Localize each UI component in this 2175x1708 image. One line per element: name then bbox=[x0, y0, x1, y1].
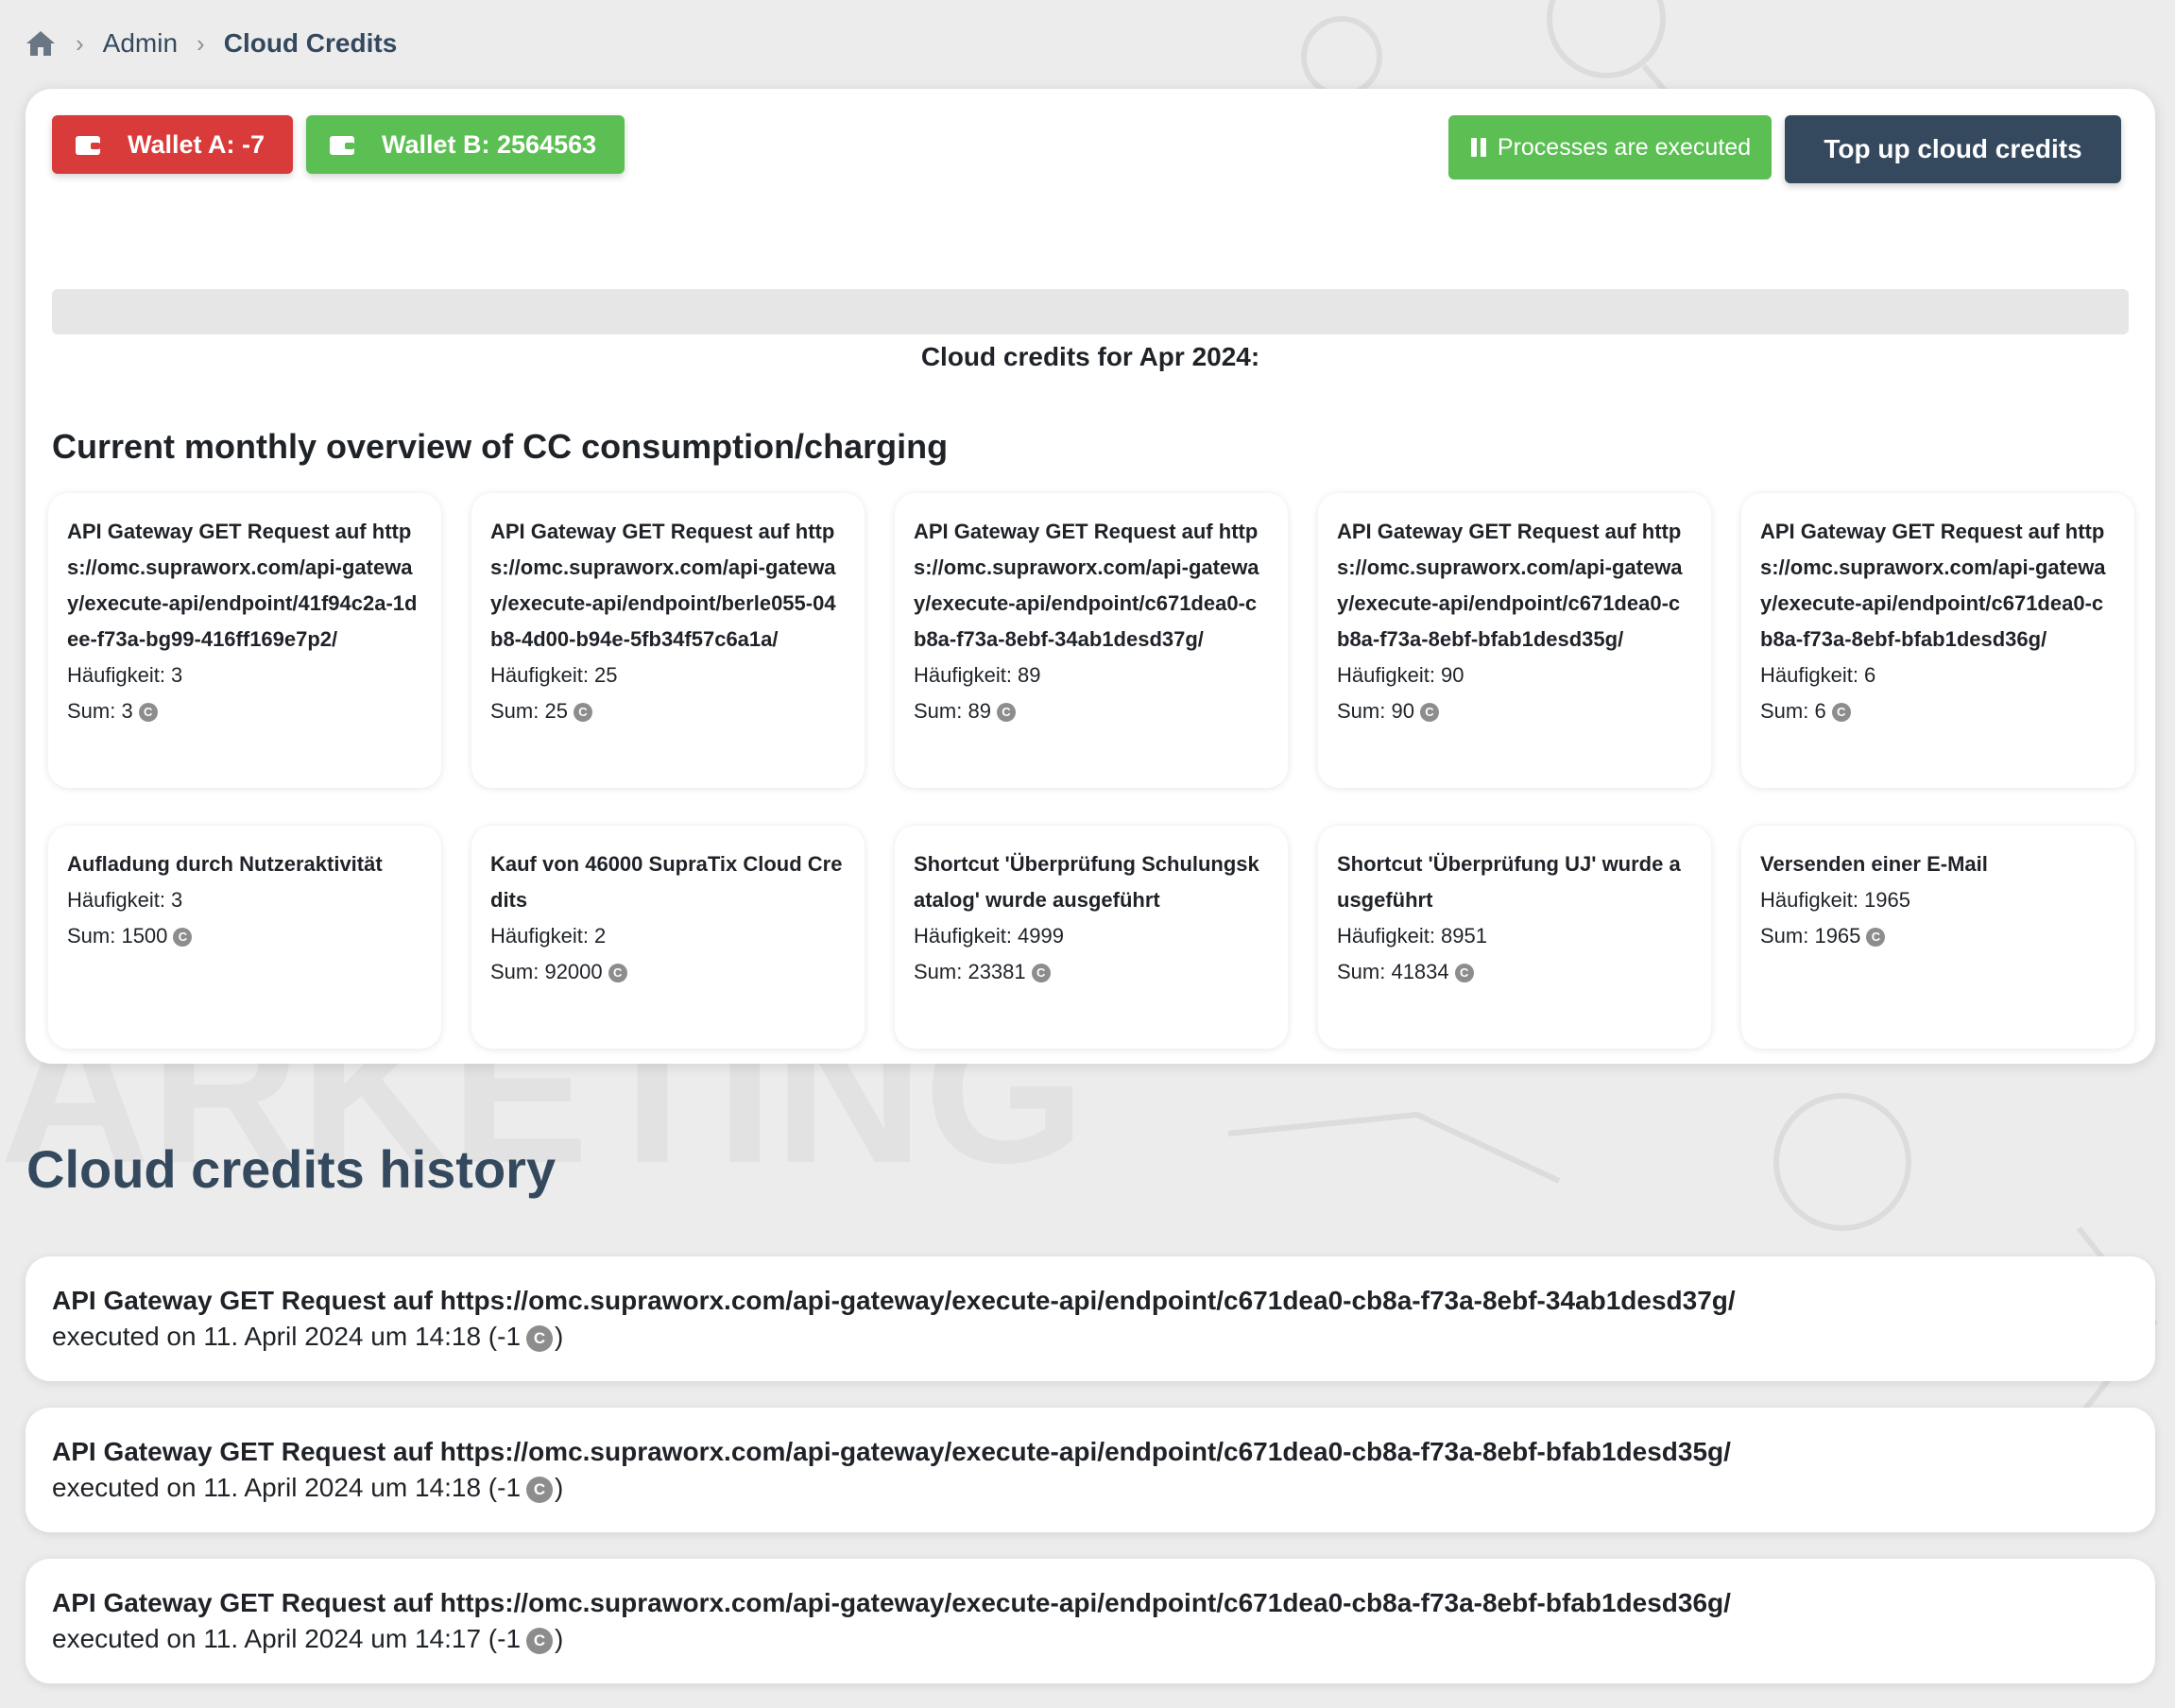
consumption-card-frequency: Häufigkeit: 25 bbox=[490, 663, 618, 687]
chevron-right-icon: › bbox=[197, 28, 205, 58]
consumption-card-sum: Sum: 41834 C bbox=[1337, 954, 1692, 990]
history-item: API Gateway GET Request auf https://omc.… bbox=[26, 1256, 2155, 1381]
breadcrumb-current: Cloud Credits bbox=[223, 28, 398, 58]
home-icon[interactable] bbox=[25, 28, 57, 59]
credit-coin-icon: C bbox=[1831, 703, 1851, 723]
consumption-card: Aufladung durch Nutzeraktivität Häufigkei… bbox=[48, 826, 441, 1049]
wallet-icon bbox=[330, 136, 354, 155]
consumption-card-sum: Sum: 1965 C bbox=[1760, 918, 2115, 954]
credit-coin-icon: C bbox=[1866, 928, 1886, 948]
consumption-card-frequency: Häufigkeit: 6 bbox=[1760, 663, 1876, 687]
processes-executed-button[interactable]: Processes are executed bbox=[1448, 115, 1772, 179]
consumption-card-title: Shortcut 'Überprüfung UJ' wurde ausgefüh… bbox=[1337, 852, 1681, 912]
consumption-card-title: API Gateway GET Request auf https://omc.… bbox=[490, 520, 836, 651]
credit-coin-icon: C bbox=[573, 703, 592, 723]
wallet-b-label: Wallet B: 2564563 bbox=[382, 129, 597, 159]
consumption-card: API Gateway GET Request auf https://omc.… bbox=[1741, 493, 2134, 788]
consumption-card-title: API Gateway GET Request auf https://omc.… bbox=[1337, 520, 1683, 651]
history-title: Cloud credits history bbox=[26, 1139, 557, 1199]
consumption-card-title: API Gateway GET Request auf https://omc.… bbox=[914, 520, 1259, 651]
pause-icon bbox=[1470, 138, 1486, 157]
consumption-card-sum: Sum: 89 C bbox=[914, 693, 1269, 729]
wallet-a-badge[interactable]: Wallet A: -7 bbox=[52, 115, 293, 174]
credit-coin-icon: C bbox=[1454, 964, 1474, 983]
consumption-card: Versenden einer E-Mail Häufigkeit: 1965 Su… bbox=[1741, 826, 2134, 1049]
history-item-executed: executed on 11. April 2024 um 14:17 (-1 C… bbox=[52, 1624, 564, 1654]
consumption-card-sum: Sum: 1500 C bbox=[67, 918, 422, 954]
consumption-card-title: API Gateway GET Request auf https://omc.… bbox=[67, 520, 418, 651]
credit-coin-icon: C bbox=[526, 1476, 554, 1503]
credit-coin-icon: C bbox=[526, 1324, 554, 1352]
overview-title: Current monthly overview of CC consumpti… bbox=[52, 427, 949, 466]
consumption-card: Shortcut 'Überprüfung Schulungskatalog' … bbox=[895, 826, 1288, 1049]
consumption-card: API Gateway GET Request auf https://omc.… bbox=[895, 493, 1288, 788]
consumption-card-title: Shortcut 'Überprüfung Schulungskatalog' … bbox=[914, 852, 1259, 912]
wallet-b-badge[interactable]: Wallet B: 2564563 bbox=[306, 115, 625, 174]
consumption-card: API Gateway GET Request auf https://omc.… bbox=[1318, 493, 1711, 788]
consumption-card-frequency: Häufigkeit: 3 bbox=[67, 888, 183, 912]
consumption-card-grid: API Gateway GET Request auf https://omc.… bbox=[48, 493, 2136, 1049]
credit-coin-icon: C bbox=[608, 964, 627, 983]
consumption-card-sum: Sum: 6C bbox=[1760, 693, 2115, 729]
breadcrumb-admin[interactable]: Admin bbox=[103, 28, 178, 59]
wallet-icon bbox=[76, 136, 100, 155]
credit-coin-icon: C bbox=[138, 703, 158, 723]
consumption-card-frequency: Häufigkeit: 8951 bbox=[1337, 924, 1487, 948]
consumption-card-sum: Sum: 3C bbox=[67, 693, 422, 729]
consumption-card-frequency: Häufigkeit: 3 bbox=[67, 663, 183, 687]
consumption-card: API Gateway GET Request auf https://omc.… bbox=[471, 493, 865, 788]
breadcrumb: › Admin › Cloud Credits bbox=[25, 25, 397, 62]
credit-coin-icon: C bbox=[173, 928, 193, 948]
history-item-executed: executed on 11. April 2024 um 14:18 (-1 C… bbox=[52, 1322, 564, 1352]
consumption-card: Shortcut 'Überprüfung UJ' wurde ausgefüh… bbox=[1318, 826, 1711, 1049]
overview-card: Wallet A: -7 Wallet B: 2564563 Processes… bbox=[26, 89, 2155, 1064]
consumption-card-sum: Sum: 92000 C bbox=[490, 954, 846, 990]
consumption-card-frequency: Häufigkeit: 89 bbox=[914, 663, 1041, 687]
consumption-card-frequency: Häufigkeit: 4999 bbox=[914, 924, 1064, 948]
consumption-card-frequency: Häufigkeit: 2 bbox=[490, 924, 607, 948]
wallet-a-label: Wallet A: -7 bbox=[128, 129, 265, 159]
consumption-card-frequency: Häufigkeit: 90 bbox=[1337, 663, 1464, 687]
consumption-card-frequency: Häufigkeit: 1965 bbox=[1760, 888, 1910, 912]
history-item-title: API Gateway GET Request auf https://omc.… bbox=[52, 1286, 1736, 1315]
credit-coin-icon: C bbox=[526, 1627, 554, 1654]
consumption-card: API Gateway GET Request auf https://omc.… bbox=[48, 493, 441, 788]
consumption-card-title: Kauf von 46000 SupraTix Cloud Credits bbox=[490, 852, 843, 912]
consumption-card-sum: Sum: 23381 C bbox=[914, 954, 1269, 990]
history-item: API Gateway GET Request auf https://omc.… bbox=[26, 1559, 2155, 1683]
credits-progress-bar bbox=[52, 289, 2129, 334]
chevron-right-icon: › bbox=[76, 28, 84, 58]
consumption-card: Kauf von 46000 SupraTix Cloud Credits Häu… bbox=[471, 826, 865, 1049]
credit-coin-icon: C bbox=[1419, 703, 1439, 723]
processes-executed-label: Processes are executed bbox=[1497, 133, 1752, 161]
consumption-card-sum: Sum: 25 C bbox=[490, 693, 846, 729]
consumption-card-title: Aufladung durch Nutzeraktivität bbox=[67, 852, 383, 876]
top-up-button[interactable]: Top up cloud credits bbox=[1785, 115, 2121, 183]
credit-coin-icon: C bbox=[996, 703, 1016, 723]
history-item: API Gateway GET Request auf https://omc.… bbox=[26, 1408, 2155, 1532]
history-item-executed: executed on 11. April 2024 um 14:18 (-1 C… bbox=[52, 1473, 564, 1503]
credit-coin-icon: C bbox=[1031, 964, 1051, 983]
consumption-card-title: API Gateway GET Request auf https://omc.… bbox=[1760, 520, 2106, 651]
history-item-title: API Gateway GET Request auf https://omc.… bbox=[52, 1588, 1731, 1617]
consumption-card-sum: Sum: 90 C bbox=[1337, 693, 1692, 729]
history-item-title: API Gateway GET Request auf https://omc.… bbox=[52, 1437, 1731, 1466]
credits-month-label: Cloud credits for Apr 2024: bbox=[920, 342, 1260, 371]
consumption-card-title: Versenden einer E-Mail bbox=[1760, 852, 1988, 876]
